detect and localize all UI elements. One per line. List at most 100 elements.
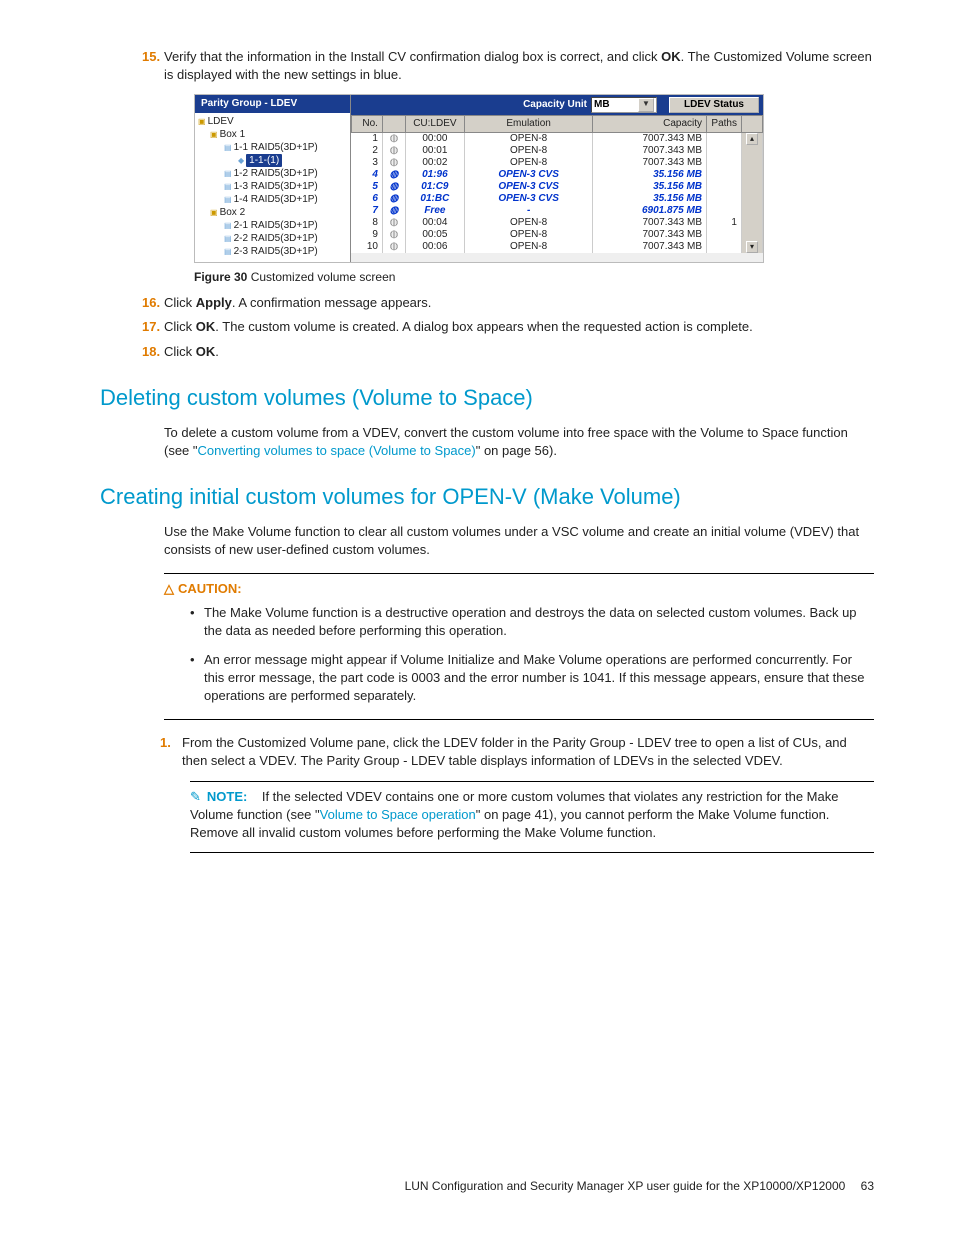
step-text-bold: Apply (196, 295, 232, 310)
col-icon[interactable] (382, 116, 405, 133)
table-row[interactable]: 2◍00:01OPEN-87007.343 MB (352, 145, 763, 157)
scrollbar-track[interactable] (741, 217, 762, 229)
step-text-post: . A confirmation message appears. (232, 295, 431, 310)
tree-box2[interactable]: ▣Box 2 (198, 206, 347, 219)
cell-capacity: 35.156 MB (593, 181, 707, 193)
disk-icon: ▤ (224, 234, 232, 243)
tree-item[interactable]: ▤1-3 RAID5(3D+1P) (198, 180, 347, 193)
tree-item[interactable]: ▤1-4 RAID5(3D+1P) (198, 193, 347, 206)
cell-cu: 00:02 (405, 157, 464, 169)
table-row[interactable]: 5◍01:C9OPEN-3 CVS35.156 MB (352, 181, 763, 193)
scrollbar-track[interactable] (741, 157, 762, 169)
folder-icon: ▣ (198, 117, 206, 126)
tree-selected[interactable]: ◆1-1-(1) (198, 154, 347, 167)
cell-capacity: 7007.343 MB (593, 133, 707, 146)
scrollbar-track[interactable] (741, 169, 762, 181)
table-row[interactable]: 3◍00:02OPEN-87007.343 MB (352, 157, 763, 169)
note-icon: ✎ (190, 789, 201, 804)
ldev-table: No. CU:LDEV Emulation Capacity Paths 1◍0… (351, 115, 763, 253)
link-volume-to-space[interactable]: Volume to Space operation (320, 807, 476, 822)
step-text-post: . (215, 344, 219, 359)
footer-text: LUN Configuration and Security Manager X… (405, 1179, 846, 1193)
table-row[interactable]: 10◍00:06OPEN-87007.343 MB▾ (352, 241, 763, 253)
cell-paths (707, 193, 742, 205)
row-icon: ◍ (382, 241, 405, 253)
col-paths[interactable]: Paths (707, 116, 742, 133)
col-cap[interactable]: Capacity (593, 116, 707, 133)
cell-cu: 01:BC (405, 193, 464, 205)
cell-cu: Free (405, 205, 464, 217)
cell-paths (707, 169, 742, 181)
tree-item[interactable]: ▤2-1 RAID5(3D+1P) (198, 219, 347, 232)
table-row[interactable]: 4◍01:96OPEN-3 CVS35.156 MB (352, 169, 763, 181)
cell-cu: 01:C9 (405, 181, 464, 193)
cell-no: 9 (352, 229, 383, 241)
step-number: 15. (142, 48, 164, 66)
cell-paths (707, 229, 742, 241)
scrollbar-track[interactable] (741, 205, 762, 217)
row-icon: ◍ (382, 181, 405, 193)
scrollbar-track[interactable] (741, 181, 762, 193)
cell-emulation: OPEN-8 (464, 217, 593, 229)
table-row[interactable]: 6◍01:BCOPEN-3 CVS35.156 MB (352, 193, 763, 205)
heading-deleting: Deleting custom volumes (Volume to Space… (100, 383, 874, 414)
step-18: 18.Click OK. (164, 343, 874, 361)
divider (190, 781, 874, 782)
row-icon: ◍ (382, 193, 405, 205)
cell-cu: 00:06 (405, 241, 464, 253)
row-icon: ◍ (382, 205, 405, 217)
scrollbar-track[interactable] (741, 229, 762, 241)
cell-emulation: - (464, 205, 593, 217)
ldev-status-button[interactable]: LDEV Status (669, 97, 759, 113)
step-text-pre: Click (164, 295, 196, 310)
disk-icon: ▤ (224, 182, 232, 191)
col-cu[interactable]: CU:LDEV (405, 116, 464, 133)
tree-item-label: 2-1 RAID5(3D+1P) (234, 220, 318, 231)
tree-box1[interactable]: ▣Box 1 (198, 128, 347, 141)
note-label: NOTE: (207, 789, 247, 804)
ordered-steps: 1. From the Customized Volume pane, clic… (160, 734, 874, 770)
cell-capacity: 7007.343 MB (593, 217, 707, 229)
scrollbar-track[interactable] (741, 193, 762, 205)
col-emu[interactable]: Emulation (464, 116, 593, 133)
tree-item[interactable]: ▤2-2 RAID5(3D+1P) (198, 232, 347, 245)
scrollbar-track[interactable]: ▴ (741, 133, 762, 146)
step-number: 1. (160, 734, 171, 752)
cell-capacity: 7007.343 MB (593, 157, 707, 169)
chevron-down-icon: ▼ (638, 98, 654, 112)
cell-no: 6 (352, 193, 383, 205)
tree-item[interactable]: ▤1-2 RAID5(3D+1P) (198, 167, 347, 180)
tree-selected-label: 1-1-(1) (246, 154, 282, 167)
step-16: 16.Click Apply. A confirmation message a… (164, 294, 874, 312)
page-number: 63 (861, 1179, 874, 1193)
tree-item[interactable]: ▤1-1 RAID5(3D+1P) (198, 141, 347, 154)
caution-bullet: The Make Volume function is a destructiv… (190, 604, 874, 640)
table-row[interactable]: 1◍00:00OPEN-87007.343 MB▴ (352, 133, 763, 146)
cell-capacity: 6901.875 MB (593, 205, 707, 217)
scrollbar-track[interactable] (741, 145, 762, 157)
table-row[interactable]: 8◍00:04OPEN-87007.343 MB1 (352, 217, 763, 229)
link-converting[interactable]: Converting volumes to space (Volume to S… (198, 443, 476, 458)
note-block: ✎NOTE: If the selected VDEV contains one… (190, 788, 874, 843)
cell-emulation: OPEN-8 (464, 133, 593, 146)
scroll-down-icon[interactable]: ▾ (746, 241, 758, 253)
step-number: 17. (142, 318, 164, 336)
capacity-unit-label: Capacity Unit (523, 98, 587, 112)
scrollbar-track[interactable]: ▾ (741, 241, 762, 253)
tree-item[interactable]: ▤2-3 RAID5(3D+1P) (198, 245, 347, 258)
tree-item-label: 1-3 RAID5(3D+1P) (234, 181, 318, 192)
capacity-unit-select[interactable]: MB ▼ (591, 97, 657, 113)
folder-icon: ▣ (210, 208, 218, 217)
step-15: 15.Verify that the information in the In… (164, 48, 874, 84)
col-no[interactable]: No. (352, 116, 383, 133)
tree-root[interactable]: ▣LDEV (198, 115, 347, 128)
scroll-up-icon[interactable]: ▴ (746, 133, 758, 145)
figure-label: Figure 30 (194, 270, 247, 284)
table-row[interactable]: 9◍00:05OPEN-87007.343 MB (352, 229, 763, 241)
disk-icon: ▤ (224, 221, 232, 230)
tree-body: ▣LDEV ▣Box 1 ▤1-1 RAID5(3D+1P) ◆1-1-(1) … (195, 113, 350, 262)
vdev-icon: ◆ (238, 156, 244, 165)
tree-item-label: 1-2 RAID5(3D+1P) (234, 168, 318, 179)
tree-item-label: 1-4 RAID5(3D+1P) (234, 194, 318, 205)
table-row[interactable]: 7◍Free-6901.875 MB (352, 205, 763, 217)
